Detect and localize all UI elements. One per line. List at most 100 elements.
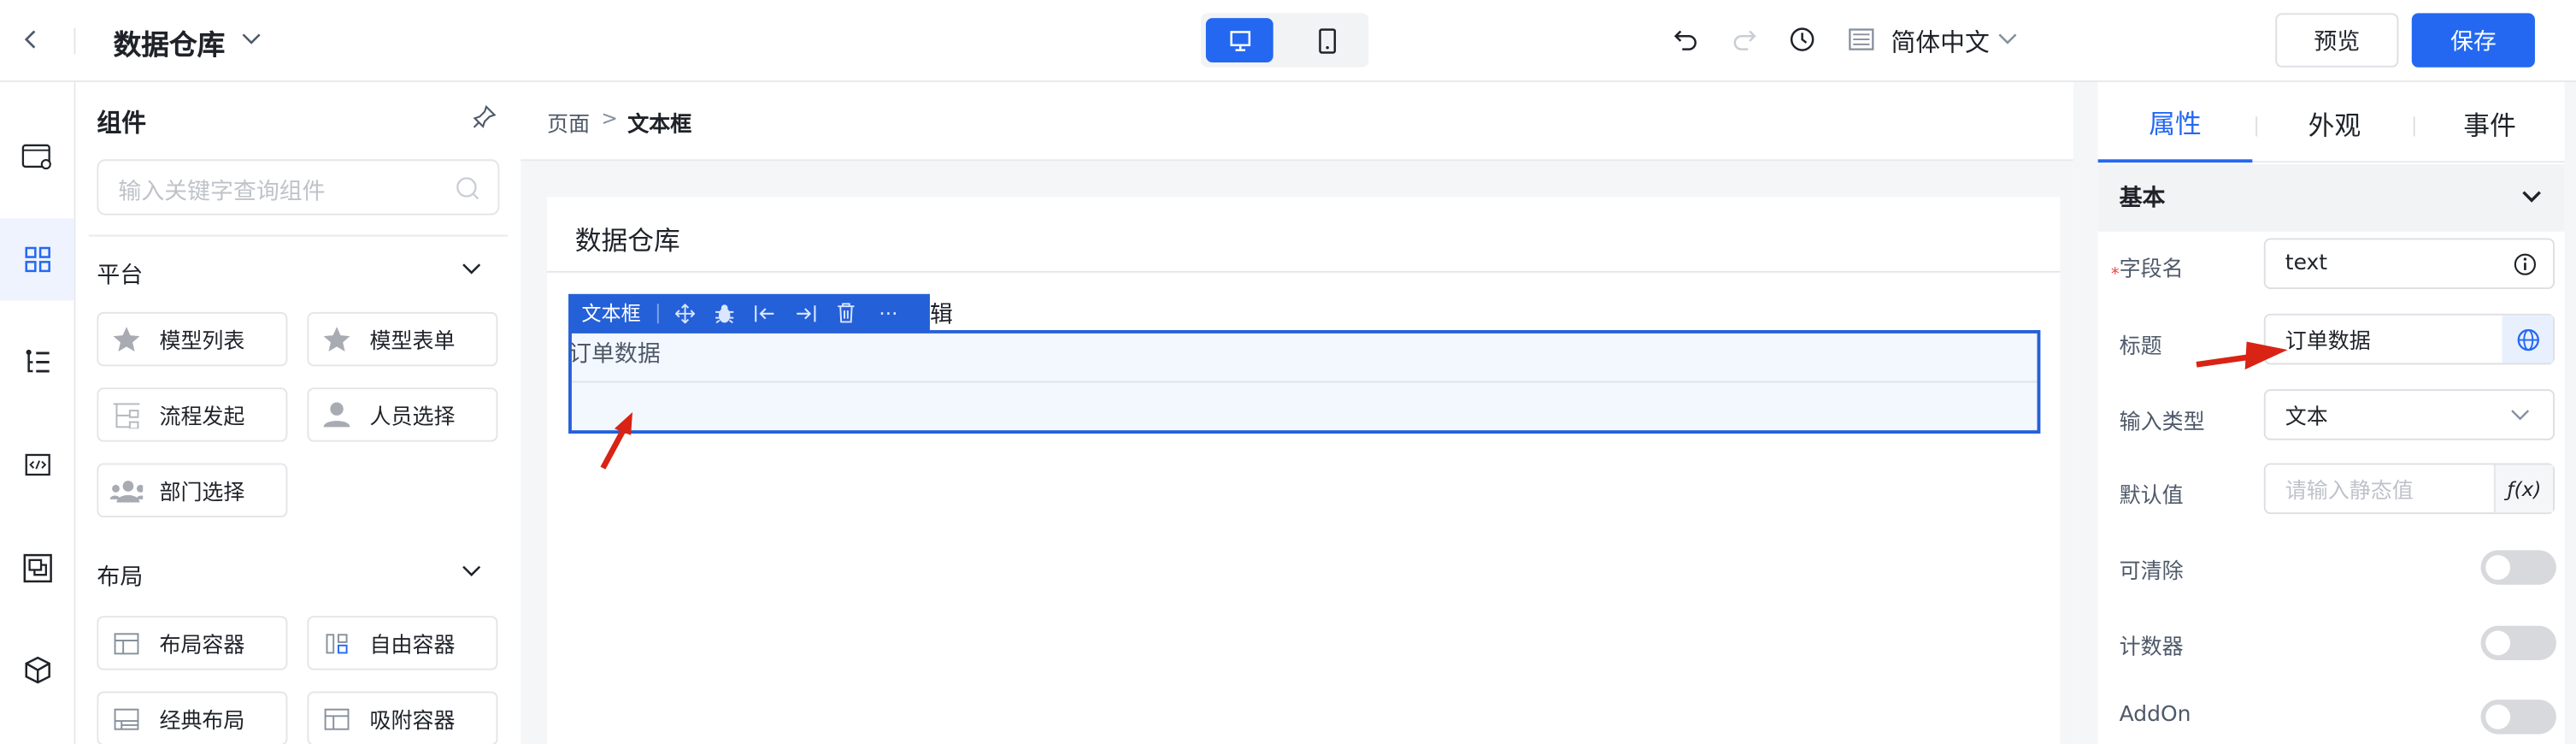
tile-label: 部门选择 [159, 481, 245, 506]
trash-icon[interactable] [836, 302, 856, 323]
page-card: 数据仓库 辑 文本框 ··· 订单数据 [547, 197, 2061, 744]
move-icon[interactable] [675, 303, 696, 323]
tab-events[interactable]: 事件 [2415, 82, 2565, 162]
page-title: 数据仓库 [574, 225, 680, 257]
globe-icon [2516, 328, 2538, 351]
scrollbar[interactable] [2564, 82, 2576, 744]
free-layout-icon [326, 633, 348, 653]
field-input-line [571, 381, 2038, 383]
tile-label: 模型表单 [369, 330, 456, 355]
keyboard-icon [1849, 28, 1874, 50]
desktop-icon [1229, 30, 1250, 50]
selection-toolbar: 文本框 ··· [568, 293, 930, 332]
title-chevron-down-icon[interactable] [240, 30, 263, 46]
rail-code[interactable] [0, 423, 74, 505]
language-select[interactable]: 简体中文 [1891, 25, 1989, 59]
divider [656, 303, 659, 323]
rail-components[interactable] [0, 218, 74, 301]
group-users-icon [109, 480, 144, 502]
chevron-down-icon [2511, 410, 2530, 421]
outline-tree-icon [25, 349, 49, 373]
section-basic-header[interactable]: 基本 [2097, 164, 2565, 232]
component-dept-select[interactable]: 部门选择 [97, 463, 288, 517]
group-header-layout[interactable]: 布局 [97, 557, 491, 591]
i18n-button[interactable] [2502, 315, 2554, 363]
tab-appearance[interactable]: 外观 [2257, 82, 2412, 162]
undo-icon[interactable] [1673, 27, 1699, 53]
rail-page-settings[interactable] [0, 116, 74, 198]
star-icon [113, 327, 140, 351]
counter-toggle[interactable] [2480, 625, 2556, 661]
tab-properties[interactable]: 属性 [2097, 82, 2253, 163]
search-placeholder: 输入关键字查询组件 [118, 179, 326, 206]
counter-label: 计数器 [2119, 635, 2184, 661]
component-model-list[interactable]: 模型列表 [97, 311, 288, 367]
red-arrow-annotation [600, 412, 633, 469]
section-title: 基本 [2119, 186, 2166, 212]
input-type-select[interactable]: 文本 [2263, 389, 2555, 440]
more-icon[interactable]: ··· [879, 301, 897, 324]
title-input[interactable]: 订单数据 [2263, 313, 2555, 365]
component-classic-layout[interactable]: 经典布局 [97, 691, 288, 744]
top-bar: 数据仓库 简体中文 预览 保存 [0, 0, 2576, 83]
move-left-icon[interactable] [754, 303, 775, 322]
device-toggle [1201, 13, 1369, 68]
mobile-mode-button[interactable] [1293, 18, 1361, 62]
star-icon [323, 327, 350, 351]
tile-label: 人员选择 [369, 405, 456, 431]
component-model-form[interactable]: 模型表单 [307, 311, 498, 367]
component-user-select[interactable]: 人员选择 [307, 387, 498, 442]
tile-label: 模型列表 [159, 330, 245, 355]
field-name-value: text [2285, 251, 2328, 276]
back-chevron-icon[interactable] [21, 28, 41, 51]
tile-label: 经典布局 [159, 709, 245, 735]
pin-icon[interactable] [472, 103, 498, 130]
selected-component-label: 文本框 [581, 302, 641, 326]
panel-title: 组件 [97, 108, 147, 139]
breadcrumb-current: 文本框 [627, 113, 692, 139]
component-free-container[interactable]: 自由容器 [307, 616, 498, 670]
clearable-toggle[interactable] [2480, 550, 2556, 585]
flow-icon [113, 402, 140, 428]
desktop-mode-button[interactable] [1205, 18, 1273, 62]
field-name-input[interactable]: text [2263, 238, 2555, 290]
gutter [2073, 82, 2098, 744]
move-right-icon[interactable] [795, 303, 816, 322]
save-button[interactable]: 保存 [2411, 13, 2535, 68]
group-title: 平台 [97, 263, 144, 290]
input-type-label: 输入类型 [2119, 410, 2205, 435]
field-name-label: 字段名 [2119, 257, 2184, 283]
rail-package[interactable] [0, 629, 74, 712]
component-panel: 组件 输入关键字查询组件 平台 模型列表 模型表单 流程发起 人员选择 部门选择… [75, 82, 521, 744]
divider [88, 234, 508, 237]
component-process-start[interactable]: 流程发起 [97, 387, 288, 442]
canvas-area: 页面 > 文本框 数据仓库 辑 文本框 ··· 订单数据 [520, 82, 2073, 744]
tile-label: 布局容器 [159, 634, 245, 659]
language-chevron-down-icon[interactable] [1996, 30, 2019, 46]
chevron-down-icon [2522, 191, 2541, 203]
preview-button[interactable]: 预览 [2275, 13, 2399, 68]
chevron-down-icon [462, 263, 481, 275]
addon-toggle[interactable] [2480, 700, 2556, 735]
rail-outline[interactable] [0, 320, 74, 402]
properties-panel: 属性 外观 事件 基本 * 字段名 text 标题 订单数据 输入类型 文本 默… [2097, 82, 2565, 744]
required-asterisk: * [2111, 266, 2120, 285]
breadcrumb-item[interactable]: 页面 [547, 107, 590, 139]
package-icon [24, 656, 50, 684]
bug-icon[interactable] [715, 303, 734, 323]
group-title: 布局 [97, 564, 144, 592]
chevron-down-icon [462, 565, 481, 576]
selected-text-field[interactable]: 订单数据 [568, 330, 2041, 434]
info-icon[interactable] [2514, 253, 2537, 276]
history-icon[interactable] [1789, 27, 1815, 53]
component-sticky-container[interactable]: 吸附容器 [307, 691, 498, 744]
redo-icon[interactable] [1732, 27, 1758, 53]
rail-layers[interactable] [0, 527, 74, 609]
component-search-input[interactable]: 输入关键字查询组件 [97, 159, 500, 216]
formula-button[interactable]: ƒ(x) [2493, 464, 2554, 513]
user-icon [323, 402, 350, 428]
group-header-platform[interactable]: 平台 [97, 255, 491, 289]
default-value-input[interactable]: 请输入静态值 ƒ(x) [2263, 463, 2555, 515]
component-layout-container[interactable]: 布局容器 [97, 616, 288, 670]
icon-rail [0, 82, 76, 744]
